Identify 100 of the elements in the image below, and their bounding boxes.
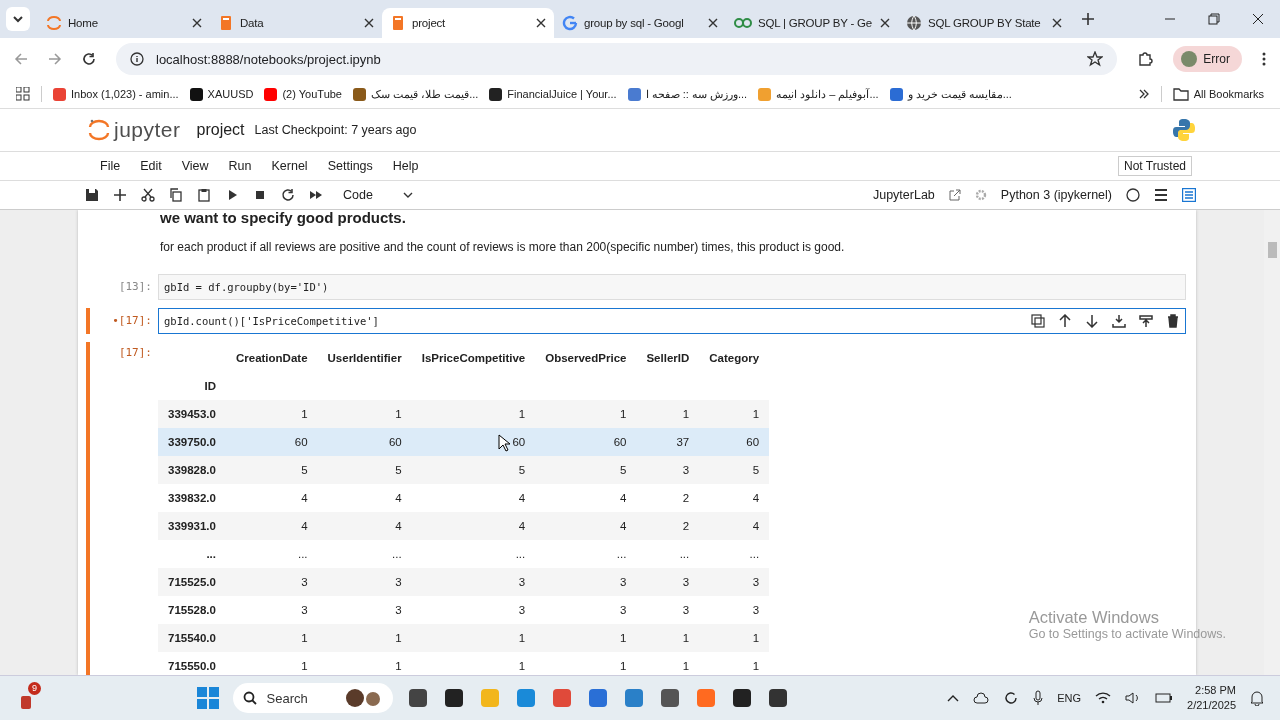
apps-icon[interactable] xyxy=(16,87,30,101)
bookmark[interactable]: مقایسه قیمت خرید و... xyxy=(889,87,1012,101)
close-icon[interactable] xyxy=(192,18,202,28)
close-icon[interactable] xyxy=(536,18,546,28)
menu-item[interactable]: Run xyxy=(218,159,262,173)
browser-tab[interactable]: Home xyxy=(38,8,210,38)
menu-item[interactable]: View xyxy=(171,159,219,173)
sidebar-icon[interactable] xyxy=(1182,188,1196,202)
wifi-icon[interactable] xyxy=(1095,692,1112,704)
duplicate-icon[interactable] xyxy=(1031,314,1045,328)
table-cell: 3 xyxy=(317,596,412,624)
save-icon[interactable] xyxy=(85,188,99,202)
bookmark[interactable]: قیمت طلا، قیمت سک... xyxy=(353,87,479,101)
close-icon[interactable] xyxy=(1252,13,1264,25)
table-cell: 3 xyxy=(317,568,412,596)
menu-item[interactable]: Kernel xyxy=(261,159,318,173)
table-cell: 4 xyxy=(225,484,318,512)
back-icon[interactable] xyxy=(14,52,28,66)
extensions-icon[interactable] xyxy=(1137,51,1154,67)
menu-item[interactable]: Edit xyxy=(130,159,172,173)
menu-icon[interactable] xyxy=(1154,189,1168,201)
bookmark[interactable]: (2) YouTube xyxy=(264,87,342,101)
close-icon[interactable] xyxy=(880,18,890,28)
menu-item[interactable]: File xyxy=(90,159,131,173)
jupyter-logo[interactable]: jupyter xyxy=(88,118,181,142)
browser-tab[interactable]: SQL GROUP BY State xyxy=(898,8,1070,38)
tab-search-icon[interactable] xyxy=(6,7,30,31)
browser-tab[interactable]: Data xyxy=(210,8,382,38)
chevron-icon[interactable] xyxy=(1137,88,1150,100)
bell-icon[interactable] xyxy=(1250,690,1264,706)
code-input[interactable]: gbId.count()['IsPriceCompetitive'] xyxy=(158,308,1186,334)
menu-item[interactable]: Help xyxy=(382,159,429,173)
windows-logo-icon[interactable] xyxy=(196,687,219,709)
row-index: ... xyxy=(158,540,226,568)
table-cell: 1 xyxy=(317,652,412,675)
table-cell: ... xyxy=(317,540,412,568)
reload-icon[interactable] xyxy=(82,52,96,66)
cloud-icon[interactable] xyxy=(973,691,990,705)
markdown-heading: we want to specify good products. xyxy=(160,210,407,226)
cell-type-dropdown[interactable]: Code xyxy=(343,188,413,202)
add-icon[interactable] xyxy=(113,188,127,202)
bookmark[interactable]: ورزش سه :: صفحه ا... xyxy=(627,87,748,101)
close-icon[interactable] xyxy=(1052,18,1062,28)
table-cell: 5 xyxy=(411,456,536,484)
forward-icon[interactable] xyxy=(309,188,323,202)
jupyter-icon xyxy=(88,118,110,142)
table-cell: 60 xyxy=(411,428,536,456)
profile-button[interactable]: Error xyxy=(1173,46,1242,72)
all-bookmarks[interactable]: All Bookmarks xyxy=(1172,87,1264,101)
up-icon[interactable] xyxy=(1058,314,1072,328)
star-icon[interactable] xyxy=(1087,51,1104,67)
restart-icon[interactable] xyxy=(281,188,295,202)
table-cell: ... xyxy=(699,540,770,568)
table-cell: 1 xyxy=(636,400,700,428)
column-header: CreationDate xyxy=(234,351,309,366)
table-cell: 1 xyxy=(636,652,700,675)
microphone-icon[interactable] xyxy=(1033,690,1044,706)
down-icon[interactable] xyxy=(1085,314,1099,328)
battery-icon[interactable] xyxy=(1155,692,1174,704)
row-index: 339931.0 xyxy=(158,512,226,540)
delete-icon[interactable] xyxy=(1166,314,1180,328)
jupyterlab-link[interactable]: JupyterLab xyxy=(872,188,935,202)
close-icon[interactable] xyxy=(708,18,718,28)
info-icon xyxy=(130,52,144,66)
table-cell: 60 xyxy=(535,428,637,456)
bookmark[interactable]: XAUUSD xyxy=(189,87,254,101)
output-prompt: [17]: xyxy=(117,345,153,361)
browser-tab[interactable]: group by sql - Googl xyxy=(554,8,726,38)
index-name: ID xyxy=(158,372,226,400)
checkpoint-text: Last Checkpoint: 7 years ago xyxy=(254,123,417,137)
more-icon[interactable] xyxy=(1262,52,1266,66)
browser-tab[interactable]: SQL | GROUP BY - Ge xyxy=(726,8,898,38)
trust-indicator[interactable]: Not Trusted xyxy=(1117,156,1192,176)
address-bar[interactable]: localhost:8888/notebooks/project.ipynb xyxy=(116,43,1118,75)
stop-icon[interactable] xyxy=(253,188,267,202)
restore-icon[interactable] xyxy=(1208,13,1220,25)
menu-item[interactable]: Settings xyxy=(317,159,383,173)
insert-above-icon[interactable] xyxy=(1139,314,1153,328)
chevron-up-icon[interactable] xyxy=(947,694,960,702)
cut-icon[interactable] xyxy=(141,188,155,202)
code-input[interactable]: gbId = df.groupby(by='ID') xyxy=(158,274,1186,300)
new-tab-icon[interactable] xyxy=(1082,13,1094,25)
table-cell: 60 xyxy=(225,428,318,456)
search-field[interactable]: Search xyxy=(232,683,393,713)
copy-icon[interactable] xyxy=(169,188,183,202)
bookmark[interactable]: Inbox (1,023) - amin... xyxy=(53,87,179,101)
close-icon[interactable] xyxy=(364,18,374,28)
table-cell: 4 xyxy=(411,512,536,540)
clock[interactable]: 2:58 PM 2/21/2025 xyxy=(1187,683,1236,713)
notebook-name[interactable]: project xyxy=(196,121,245,139)
sync-icon[interactable] xyxy=(1003,690,1020,706)
bookmark[interactable]: FinancialJuice | Your... xyxy=(489,87,617,101)
table-cell: 1 xyxy=(535,652,637,675)
language-indicator[interactable]: ENG xyxy=(1057,692,1082,704)
insert-below-icon[interactable] xyxy=(1112,314,1126,328)
browser-tab[interactable]: project xyxy=(382,8,554,38)
kernel-name[interactable]: Python 3 (ipykernel) xyxy=(1000,188,1112,202)
table-cell: 3 xyxy=(636,596,700,624)
bookmark[interactable]: آبوفیلم – دانلود انیمه... xyxy=(758,87,879,101)
paste-icon[interactable] xyxy=(197,188,211,202)
